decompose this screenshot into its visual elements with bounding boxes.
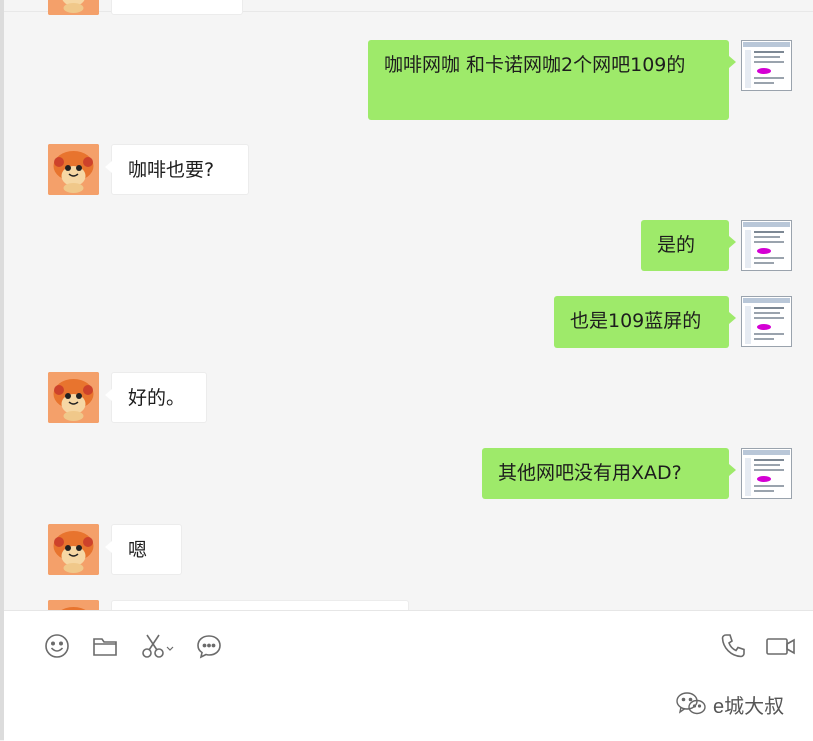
friend-avatar[interactable] [48, 372, 99, 423]
message-bubble-outgoing[interactable]: 其他网吧没有用XAD? [482, 448, 736, 499]
message-text: 是的 [657, 234, 696, 256]
phone-icon[interactable] [718, 631, 748, 661]
watermark: e城大叔 [675, 688, 784, 720]
message-composer[interactable] [4, 610, 813, 741]
wechat-logo-icon [676, 692, 706, 715]
my-avatar[interactable] [741, 296, 792, 347]
video-call-icon[interactable] [764, 631, 798, 661]
message-bubble-incoming[interactable]: 咖啡也要? [105, 144, 249, 195]
message-bubble-incoming[interactable]: 好的。 [105, 372, 207, 423]
friend-avatar[interactable] [48, 524, 99, 575]
chat-message-area[interactable]: 咖啡网咖 和卡诺网咖2个网吧109的 咖啡也要? 是的 也是109蓝屏的 好的。… [4, 0, 813, 610]
message-text: 咖啡网咖 和卡诺网咖2个网吧109的 [384, 54, 686, 76]
my-avatar[interactable] [741, 448, 792, 499]
my-avatar[interactable] [741, 220, 792, 271]
message-text: 其他网吧没有用XAD? [498, 462, 682, 484]
message-text: 嗯 [128, 539, 148, 561]
message-text: 咖啡也要? [128, 159, 215, 181]
message-bubble-outgoing[interactable]: 是的 [641, 220, 736, 271]
message-text: 好的。 [128, 387, 186, 409]
message-bubble-incoming[interactable]: 嗯 [105, 524, 182, 575]
message-text: 也是109蓝屏的 [570, 310, 702, 332]
chat-history-icon[interactable] [194, 631, 224, 661]
friend-avatar[interactable] [48, 144, 99, 195]
message-bubble-partial[interactable] [111, 0, 243, 15]
my-avatar[interactable] [741, 40, 792, 91]
message-bubble-outgoing[interactable]: 也是109蓝屏的 [554, 296, 736, 348]
folder-icon[interactable] [90, 631, 120, 661]
scissors-icon[interactable] [138, 631, 178, 661]
message-bubble-partial[interactable] [111, 600, 409, 610]
friend-avatar[interactable] [48, 0, 99, 15]
friend-avatar[interactable] [48, 600, 99, 610]
watermark-text: e城大叔 [713, 695, 785, 718]
message-bubble-outgoing[interactable]: 咖啡网咖 和卡诺网咖2个网吧109的 [368, 40, 736, 120]
emoji-icon[interactable] [42, 631, 72, 661]
